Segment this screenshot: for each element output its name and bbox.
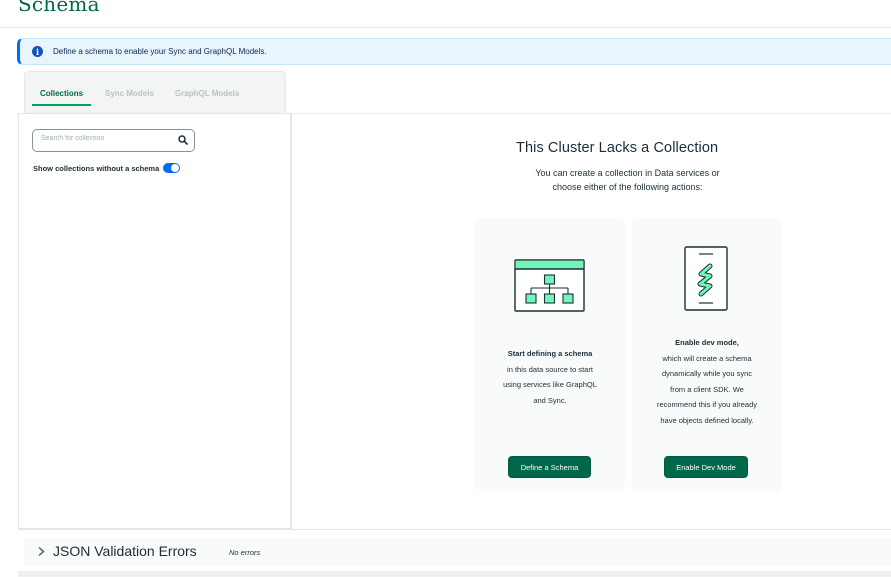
collections-sidebar: Show collections without a schema [18,113,292,529]
card-title: Enable dev mode, [675,338,739,347]
schema-tabs: Collections Sync Models GraphQL Models [24,71,286,114]
subheading-line: You can create a collection in Data serv… [535,168,720,178]
toggle-label: Show collections without a schema [33,163,160,173]
tab-graphql-models[interactable]: GraphQL Models [175,89,239,98]
show-without-schema-toggle[interactable] [163,163,181,173]
title-divider [0,27,891,28]
search-box [32,129,195,152]
enable-dev-mode-button[interactable]: Enable Dev Mode [664,456,748,478]
dev-mode-card: Enable dev mode, which will create a sch… [632,218,782,491]
bottom-strip [18,571,891,577]
banner-text: Define a schema to enable your Sync and … [53,47,267,56]
card-line: in this data source to start [507,364,593,374]
tabs-divider [286,113,891,114]
tab-collections[interactable]: Collections [31,89,92,106]
info-banner: i Define a schema to enable your Sync an… [17,38,891,65]
search-input[interactable] [41,135,171,142]
dev-mode-description: Enable dev mode, which will create a sch… [632,335,782,428]
json-validation-title: JSON Validation Errors [53,543,197,559]
page-title: Schema [18,0,100,16]
json-validation-status: No errors [229,548,261,557]
subheading-line: choose either of the following actions: [552,182,703,192]
tab-sync-models[interactable]: Sync Models [105,89,154,98]
schema-tree-icon [514,259,585,312]
define-schema-description: Start defining a schema in this data sou… [475,346,625,408]
json-validation-section[interactable]: JSON Validation Errors No errors [24,538,891,566]
search-icon[interactable] [178,135,188,145]
card-line: recommend this if you already [656,400,758,409]
define-schema-button[interactable]: Define a Schema [508,456,591,478]
card-line: and Sync. [533,395,567,405]
card-line: have objects defined locally. [660,415,754,425]
section-divider [18,529,891,530]
card-title: Start defining a schema [507,349,593,358]
show-without-schema-row: Show collections without a schema [33,163,181,173]
toggle-knob [171,164,180,172]
empty-state-subheading: You can create a collection in Data serv… [500,166,755,194]
card-line: dynamically while you sync [661,369,753,378]
card-line: which will create a schema [662,353,752,363]
card-line: from a client SDK. We [670,384,744,394]
card-line: using services like GraphQL [503,380,597,389]
define-schema-card: Start defining a schema in this data sou… [475,218,625,491]
chevron-right-icon[interactable] [37,547,46,556]
empty-state-heading: This Cluster Lacks a Collection [516,140,719,156]
mobile-sync-icon [684,246,728,311]
info-icon: i [32,46,43,57]
